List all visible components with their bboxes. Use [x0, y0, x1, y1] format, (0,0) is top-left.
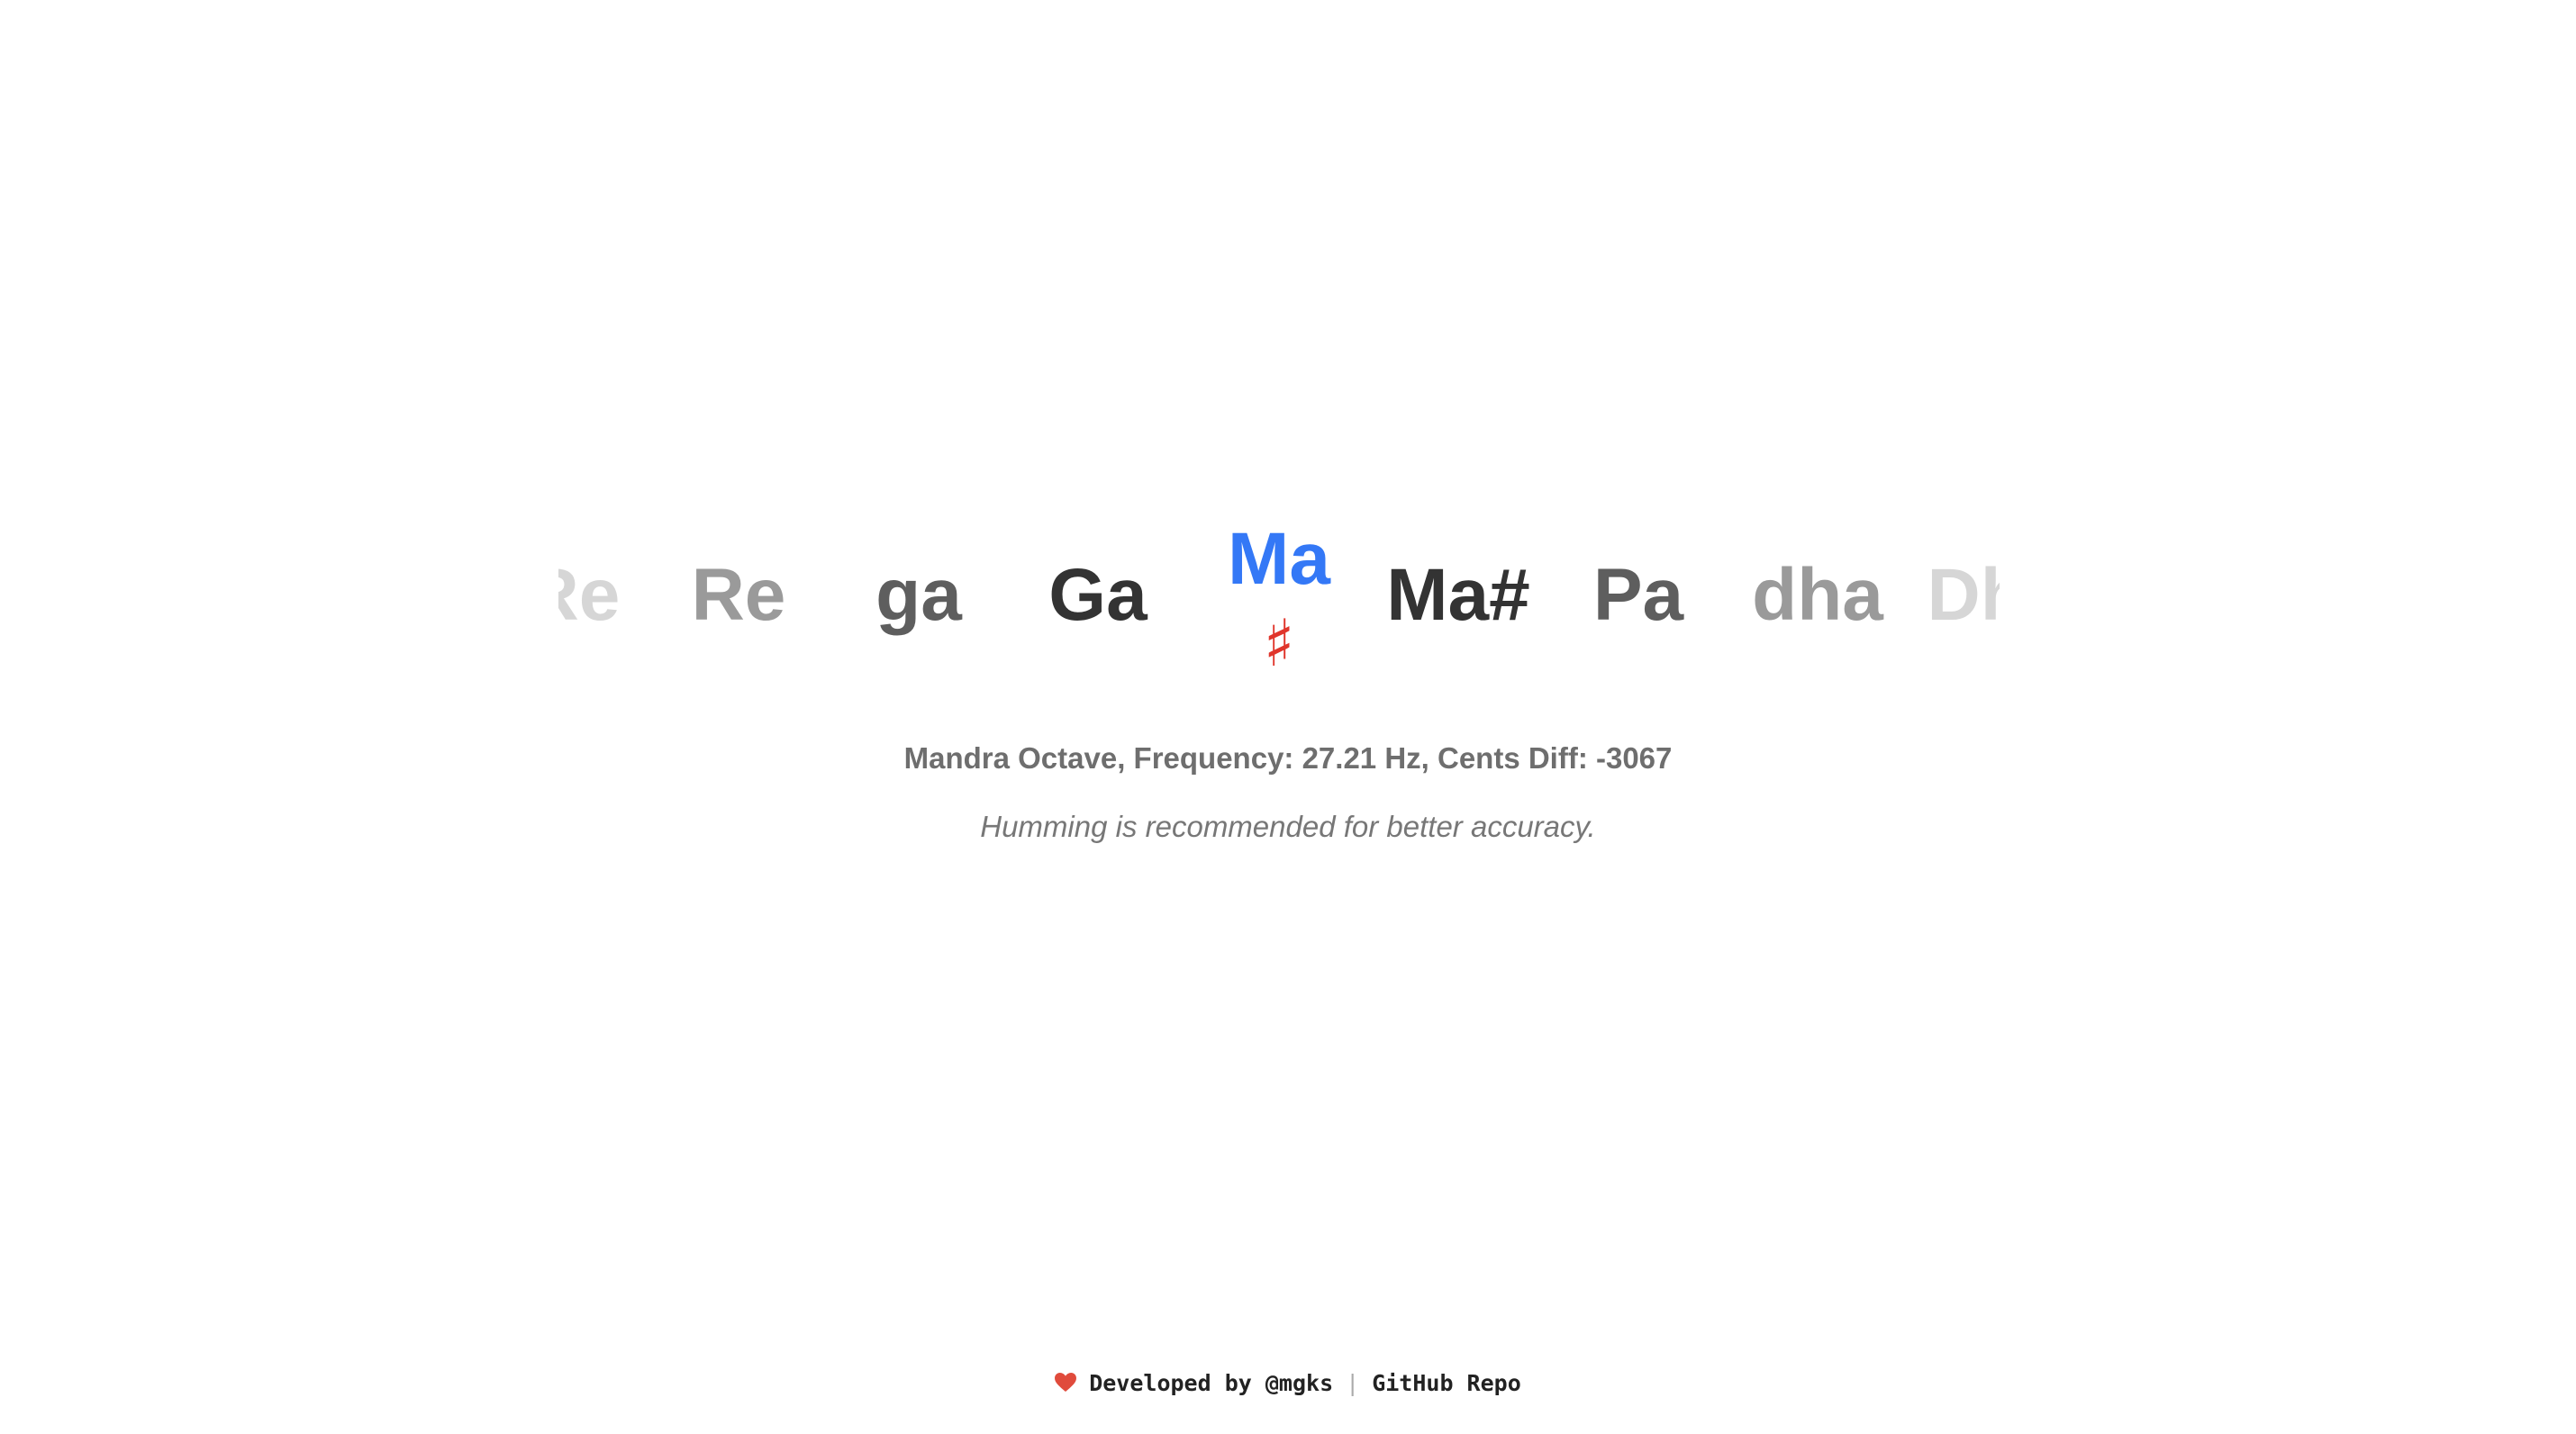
- note-ga-2: ga: [875, 554, 962, 636]
- heart-icon: [1055, 1373, 1077, 1393]
- note-ga-3: Ga: [1048, 554, 1147, 636]
- tuner-page: Re Re ga Ga Ma# Padha Dha Ma ♯ Mandra Octave, F…: [0, 0, 2576, 1434]
- note-ma-sharp-4: Ma#: [1386, 554, 1530, 636]
- note-carousel: Re Re ga Ga Ma# Padha Dha Ma ♯: [558, 504, 2000, 685]
- developer-link[interactable]: Developed by @mgks: [1089, 1370, 1333, 1396]
- note-re-1: Re: [691, 554, 786, 636]
- github-repo-link[interactable]: GitHub Repo: [1372, 1370, 1521, 1396]
- humming-hint: Humming is recommended for better accura…: [980, 810, 1596, 843]
- footer-separator: |: [1346, 1370, 1360, 1396]
- note-dha-6: dha: [1752, 554, 1883, 636]
- note-dha-7: Dha: [1927, 554, 2000, 636]
- note-re-0: Re: [558, 554, 621, 636]
- active-note: Ma: [1228, 518, 1330, 600]
- footer: Developed by @mgks | GitHub Repo: [0, 1367, 2576, 1400]
- note-pa-5: Pa: [1592, 554, 1684, 636]
- pitch-info: Mandra Octave, Frequency: 27.21 Hz, Cent…: [903, 741, 1673, 775]
- sharp-indicator-icon: ♯: [1263, 605, 1295, 681]
